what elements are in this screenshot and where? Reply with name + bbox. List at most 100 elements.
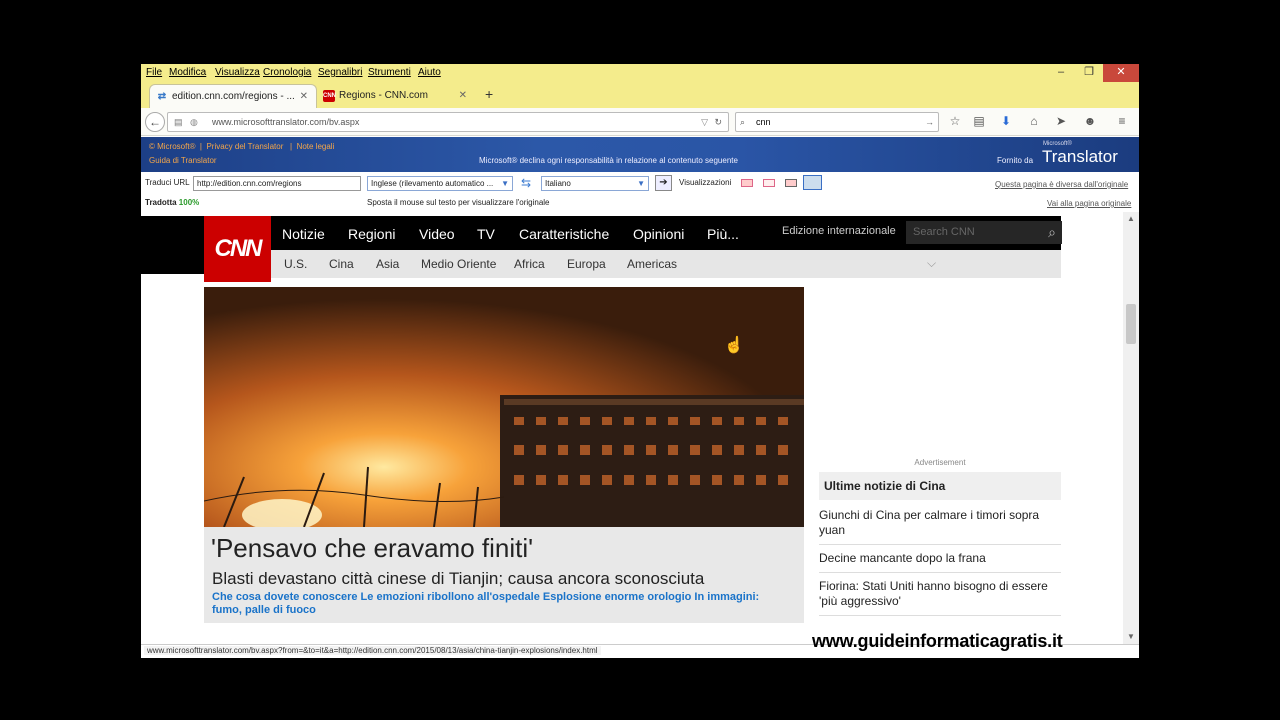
scrollbar-thumb[interactable] — [1126, 304, 1136, 344]
translate-go-button[interactable]: ➔ — [655, 175, 672, 191]
privacy-link[interactable]: Privacy del Translator — [206, 142, 283, 151]
tab-cnn[interactable]: CNN Regions - CNN.com ✕ — [317, 84, 475, 108]
news-item[interactable]: Fiorina: Stati Uniti hanno bisogno di es… — [819, 573, 1061, 616]
tab-translator[interactable]: ⇄ edition.cnn.com/regions - ... ✕ — [149, 84, 317, 108]
subnav-medio-oriente[interactable]: Medio Oriente — [421, 257, 496, 271]
close-tab-icon[interactable]: ✕ — [300, 85, 308, 109]
subnav-africa[interactable]: Africa — [514, 257, 545, 271]
home-icon[interactable]: ⌂ — [1025, 114, 1043, 128]
translate-url-label: Traduci URL — [145, 178, 190, 187]
news-item[interactable]: Decine mancante dopo la frana — [819, 545, 1061, 573]
swap-languages-icon[interactable]: ⇆ — [521, 176, 531, 190]
subnav-cina[interactable]: Cina — [329, 257, 354, 271]
close-window-button[interactable]: ✕ — [1103, 64, 1139, 82]
nav-notizie[interactable]: Notizie — [282, 226, 325, 242]
menu-cronologia[interactable]: Cronologia — [263, 67, 311, 78]
disclaimer-text: Microsoft® declina ogni responsabilità i… — [479, 156, 738, 165]
news-item[interactable]: Giunchi di Cina per calmare i timori sop… — [819, 500, 1061, 545]
url-bar[interactable]: ▤ ◍ www.microsofttranslator.com/bv.aspx … — [167, 112, 729, 132]
original-page-link[interactable]: Vai alla pagina originale — [1047, 199, 1131, 208]
dropdown-icon[interactable]: ▽ — [701, 113, 708, 131]
cnn-search-input[interactable]: Search CNN ⌕ — [906, 221, 1062, 244]
menu-modifica[interactable]: Modifica — [169, 67, 206, 78]
hover-hint: Sposta il mouse sul testo per visualizza… — [367, 198, 550, 207]
tab-bar: ⇄ edition.cnn.com/regions - ... ✕ CNN Re… — [141, 82, 1139, 108]
go-arrow-icon[interactable]: → — [925, 113, 934, 131]
chevron-down-icon: ▼ — [501, 179, 509, 188]
provided-by-label: Fornito da — [997, 156, 1034, 165]
cnn-subnav: U.S. Cina Asia Medio Oriente Africa Euro… — [271, 250, 1061, 278]
url-text: www.microsofttranslator.com/bv.aspx — [212, 117, 360, 127]
nav-caratteristiche[interactable]: Caratteristiche — [519, 226, 609, 242]
menu-visualizza[interactable]: Visualizza — [215, 67, 260, 78]
related-links[interactable]: Che cosa dovete conoscere Le emozioni ri… — [212, 591, 792, 617]
restore-button[interactable]: ❐ — [1075, 64, 1103, 82]
translator-icon: ⇄ — [157, 91, 167, 102]
view-top-bottom-icon[interactable] — [763, 179, 775, 187]
globe-icon: ◍ — [190, 117, 198, 127]
subnav-europa[interactable]: Europa — [567, 257, 606, 271]
tab-label: edition.cnn.com/regions - ... — [172, 91, 295, 102]
menu-segnalibri[interactable]: Segnalibri — [318, 67, 362, 78]
nav-video[interactable]: Video — [419, 226, 455, 242]
translator-logo: Translator — [1042, 147, 1118, 166]
chat-icon[interactable]: ☻ — [1081, 114, 1099, 128]
translated-status: Tradotta 100% — [145, 198, 199, 207]
diff-link[interactable]: Questa pagina è diversa dall'originale — [995, 180, 1128, 189]
new-tab-icon[interactable]: + — [485, 86, 493, 102]
subnav-us[interactable]: U.S. — [284, 257, 307, 271]
microsoft-link[interactable]: © Microsoft® — [149, 142, 195, 151]
menu-file[interactable]: File — [146, 67, 162, 78]
star-icon[interactable]: ☆ — [946, 114, 964, 128]
menu-aiuto[interactable]: Aiuto — [418, 67, 441, 78]
nav-regioni[interactable]: Regioni — [348, 226, 395, 242]
translated-percent: 100% — [178, 198, 200, 207]
hero-image[interactable]: ☝ — [204, 287, 804, 527]
search-input[interactable]: ⌕ cnn → — [735, 112, 939, 132]
subnav-americas[interactable]: Americas — [627, 257, 677, 271]
download-icon[interactable]: ⬇ — [997, 114, 1015, 128]
hamburger-menu-icon[interactable]: ≡ — [1113, 114, 1131, 128]
watermark-text: www.guideinformaticagratis.it — [812, 631, 1063, 651]
back-icon[interactable]: ← — [145, 112, 165, 132]
reload-icon[interactable]: ↻ — [714, 113, 722, 131]
search-icon: ⌕ — [1048, 224, 1056, 240]
translator-guide-link[interactable]: Guida di Translator — [149, 156, 217, 165]
menu-strumenti[interactable]: Strumenti — [368, 67, 411, 78]
headline[interactable]: 'Pensavo che eravamo finiti' — [211, 533, 533, 564]
legal-link[interactable]: Note legali — [297, 142, 335, 151]
nav-opinioni[interactable]: Opinioni — [633, 226, 684, 242]
translator-header: © Microsoft® | Privacy del Translator | … — [141, 137, 1139, 172]
cnn-logo[interactable]: CNN — [204, 216, 271, 282]
close-tab-icon[interactable]: ✕ — [459, 84, 467, 108]
chevron-down-icon[interactable]: ⌵ — [927, 256, 936, 271]
scroll-down-icon[interactable]: ▼ — [1127, 632, 1135, 641]
subnav-asia[interactable]: Asia — [376, 257, 399, 271]
nav-more[interactable]: Più... — [707, 226, 739, 242]
nav-tv[interactable]: TV — [477, 226, 495, 242]
nav-bar: ← ▤ ◍ www.microsofttranslator.com/bv.asp… — [141, 108, 1139, 136]
to-language-value: Italiano — [545, 179, 571, 188]
translated-label: Tradotta — [145, 198, 177, 207]
view-hover-icon[interactable] — [785, 179, 797, 187]
edition-label[interactable]: Edizione internazionale — [782, 225, 896, 237]
view-side-by-side-icon[interactable] — [741, 179, 753, 187]
cnn-logo-text: CNN — [214, 235, 263, 262]
minimize-button[interactable]: – — [1047, 64, 1075, 82]
browser-window: File Modifica Visualizza Cronologia Segn… — [141, 64, 1139, 658]
search-icon: ⌕ — [740, 117, 746, 127]
from-language-select[interactable]: Inglese (rilevamento automatico ... ▼ — [367, 176, 513, 191]
subheadline[interactable]: Blasti devastano città cinese di Tianjin… — [212, 569, 704, 589]
view-translated-only-icon[interactable] — [803, 175, 822, 190]
share-icon[interactable]: ➤ — [1052, 114, 1070, 128]
translator-controls: Traduci URL http://edition.cnn.com/regio… — [141, 172, 1139, 212]
translate-url-input[interactable]: http://edition.cnn.com/regions — [193, 176, 361, 191]
vertical-scrollbar[interactable]: ▲ ▼ — [1123, 212, 1139, 644]
to-language-select[interactable]: Italiano ▼ — [541, 176, 649, 191]
cnn-icon: CNN — [323, 90, 336, 102]
cnn-header: Notizie Regioni Video TV Caratteristiche… — [141, 216, 1062, 278]
scroll-up-icon[interactable]: ▲ — [1127, 214, 1135, 223]
reader-icon[interactable]: ▤ — [970, 114, 988, 128]
hero-caption: 'Pensavo che eravamo finiti' Blasti deva… — [204, 527, 804, 623]
status-url: www.microsofttranslator.com/bv.aspx?from… — [144, 646, 601, 655]
